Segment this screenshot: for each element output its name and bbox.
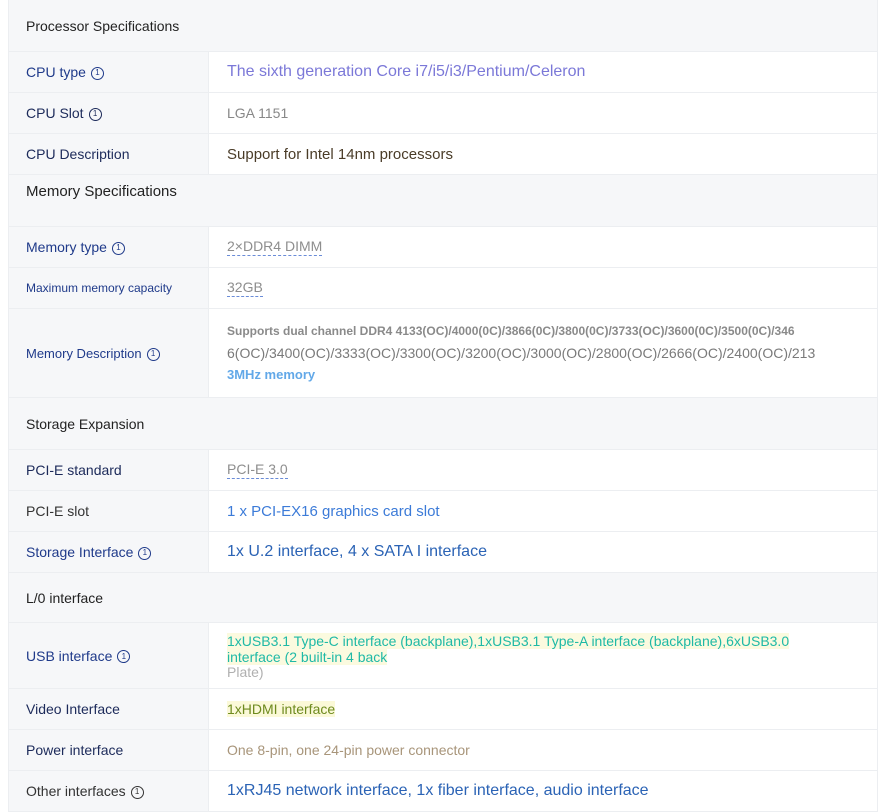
- section-title: Processor Specifications: [26, 17, 180, 34]
- spec-row-other-interfaces: Other interfaces 1 1xRJ45 network interf…: [9, 771, 877, 812]
- spec-row-video-interface: Video Interface 1xHDMI interface: [9, 689, 877, 730]
- value-link[interactable]: 2×DDR4 DIMM: [227, 238, 323, 256]
- value-text: 1xRJ45 network interface, 1x fiber inter…: [227, 782, 649, 799]
- spec-value: 32GB: [209, 268, 877, 308]
- label-text: Power interface: [26, 742, 124, 758]
- value-text: 1x U.2 interface, 4 x SATA I interface: [227, 543, 487, 560]
- spec-row-storage-interface: Storage Interface 1 1x U.2 interface, 4 …: [9, 532, 877, 573]
- spec-row-memory-max: Maximum memory capacity 32GB: [9, 268, 877, 309]
- spec-value: Support for Intel 14nm processors: [209, 134, 877, 174]
- label-text: Other interfaces: [26, 783, 126, 799]
- spec-table: Processor Specifications CPU type 1 The …: [8, 0, 878, 812]
- spec-row-cpu-description: CPU Description Support for Intel 14nm p…: [9, 134, 877, 175]
- value-line: Supports dual channel DDR4 4133(OC)/4000…: [227, 324, 795, 338]
- label-text: Memory type: [26, 239, 107, 255]
- label-text: PCI-E slot: [26, 503, 90, 519]
- section-title: L/0 interface: [26, 589, 104, 606]
- spec-label: USB interface 1: [9, 623, 209, 688]
- spec-row-power-interface: Power interface One 8-pin, one 24-pin po…: [9, 730, 877, 771]
- value-line: 6(OC)/3400(OC)/3333(OC)/3300(OC)/3200(OC…: [227, 345, 816, 361]
- spec-row-memory-type: Memory type 1 2×DDR4 DIMM: [9, 227, 877, 268]
- spec-row-pcie-slot: PCI-E slot 1 x PCI-EX16 graphics card sl…: [9, 491, 877, 532]
- info-icon[interactable]: 1: [138, 546, 152, 560]
- spec-value: 2×DDR4 DIMM: [209, 227, 877, 267]
- spec-label: CPU Description: [9, 134, 209, 174]
- spec-label: Storage Interface 1: [9, 532, 209, 572]
- label-text: PCI-E standard: [26, 462, 122, 478]
- value-text: 1 x PCI-EX16 graphics card slot: [227, 502, 440, 520]
- spec-value: 1xHDMI interface: [209, 689, 877, 729]
- spec-label: Maximum memory capacity: [9, 268, 209, 308]
- spec-label: Memory type 1: [9, 227, 209, 267]
- section-storage: Storage Expansion: [9, 398, 877, 450]
- label-text: CPU Slot: [26, 105, 84, 121]
- info-icon[interactable]: 1: [90, 66, 104, 80]
- info-icon[interactable]: 1: [146, 347, 160, 361]
- value-text: One 8-pin, one 24-pin power connector: [227, 742, 470, 758]
- spec-value: 1 x PCI-EX16 graphics card slot: [209, 491, 877, 531]
- label-text: CPU type: [26, 64, 86, 80]
- label-text: Memory Description: [26, 345, 142, 361]
- spec-value: PCI-E 3.0: [209, 450, 877, 490]
- spec-label: Memory Description 1: [9, 309, 209, 397]
- spec-value: One 8-pin, one 24-pin power connector: [209, 730, 877, 770]
- value-line: 3MHz memory: [227, 367, 316, 382]
- spec-row-memory-description: Memory Description 1 Supports dual chann…: [9, 309, 877, 398]
- spec-value: Supports dual channel DDR4 4133(OC)/4000…: [209, 309, 877, 397]
- label-text: CPU Description: [26, 146, 130, 162]
- spec-label: PCI-E slot: [9, 491, 209, 531]
- spec-value: 1x U.2 interface, 4 x SATA I interface: [209, 532, 877, 572]
- value-link[interactable]: 32GB: [227, 279, 263, 297]
- spec-value: The sixth generation Core i7/i5/i3/Penti…: [209, 52, 877, 92]
- info-icon[interactable]: 1: [117, 650, 131, 663]
- value-text: The sixth generation Core i7/i5/i3/Penti…: [227, 63, 586, 80]
- spec-label: Other interfaces 1: [9, 771, 209, 811]
- value-line: interface (2 built-in 4 back: [227, 648, 388, 665]
- section-title: Memory Specifications: [26, 183, 177, 200]
- label-text: USB interface: [26, 647, 113, 664]
- info-icon[interactable]: 1: [88, 107, 102, 121]
- value-line: Plate): [227, 663, 264, 680]
- section-title: Storage Expansion: [26, 415, 145, 432]
- value-text: Support for Intel 14nm processors: [227, 145, 453, 163]
- spec-label: Video Interface: [9, 689, 209, 729]
- info-icon[interactable]: 1: [111, 241, 125, 255]
- value-link[interactable]: PCI-E 3.0: [227, 461, 288, 479]
- section-memory: Memory Specifications: [9, 175, 877, 227]
- label-text: Video Interface: [26, 701, 120, 717]
- spec-label: CPU type 1: [9, 52, 209, 92]
- spec-row-cpu-type: CPU type 1 The sixth generation Core i7/…: [9, 52, 877, 93]
- value-text: LGA 1151: [227, 105, 289, 121]
- label-text: Storage Interface: [26, 544, 134, 560]
- spec-value: 1xRJ45 network interface, 1x fiber inter…: [209, 771, 877, 811]
- value-line: 1xUSB3.1 Type-C interface (backplane),1x…: [227, 632, 790, 649]
- info-icon[interactable]: 1: [130, 785, 144, 799]
- value-text: 1xHDMI interface: [227, 701, 336, 717]
- spec-label: PCI-E standard: [9, 450, 209, 490]
- label-text: Maximum memory capacity: [26, 281, 173, 295]
- section-processor: Processor Specifications: [9, 0, 877, 52]
- spec-label: Power interface: [9, 730, 209, 770]
- section-io: L/0 interface: [9, 573, 877, 623]
- spec-value: LGA 1151: [209, 93, 877, 133]
- spec-label: CPU Slot 1: [9, 93, 209, 133]
- spec-row-cpu-slot: CPU Slot 1 LGA 1151: [9, 93, 877, 134]
- spec-value: 1xUSB3.1 Type-C interface (backplane),1x…: [209, 623, 877, 688]
- spec-row-pcie-standard: PCI-E standard PCI-E 3.0: [9, 450, 877, 491]
- spec-row-usb-interface: USB interface 1 1xUSB3.1 Type-C interfac…: [9, 623, 877, 689]
